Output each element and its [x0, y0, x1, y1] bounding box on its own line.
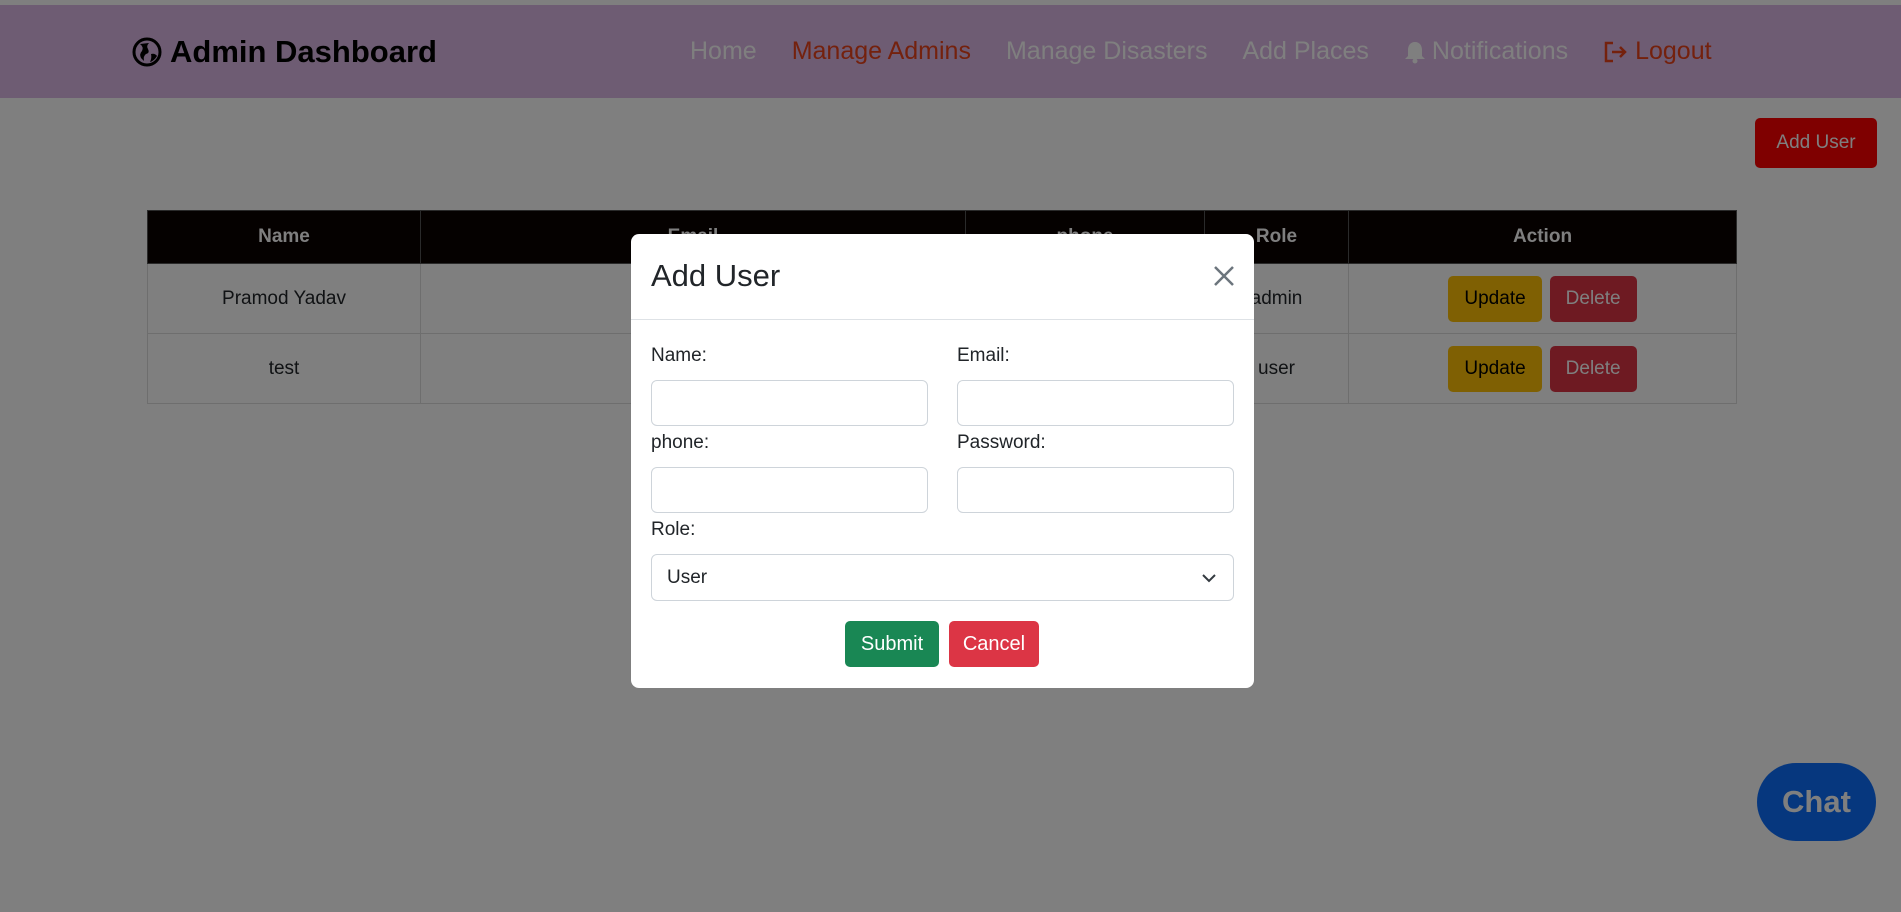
- modal-header: Add User: [631, 234, 1254, 320]
- email-label: Email:: [957, 345, 1010, 366]
- modal-title: Add User: [651, 258, 781, 293]
- email-input[interactable]: [957, 380, 1234, 426]
- phone-input[interactable]: [651, 467, 928, 513]
- cancel-button[interactable]: Cancel: [949, 621, 1039, 667]
- role-select-value: User: [667, 566, 708, 588]
- password-label: Password:: [957, 432, 1046, 453]
- close-icon[interactable]: [1210, 262, 1238, 290]
- role-select[interactable]: User: [651, 554, 1234, 601]
- role-label: Role:: [651, 519, 696, 540]
- name-input[interactable]: [651, 380, 928, 426]
- chevron-down-icon: [1202, 574, 1216, 583]
- password-input[interactable]: [957, 467, 1234, 513]
- submit-button[interactable]: Submit: [845, 621, 939, 667]
- name-label: Name:: [651, 345, 707, 366]
- phone-label: phone:: [651, 432, 710, 453]
- add-user-modal: Add User Name: Email: phone: Password: R…: [631, 234, 1254, 688]
